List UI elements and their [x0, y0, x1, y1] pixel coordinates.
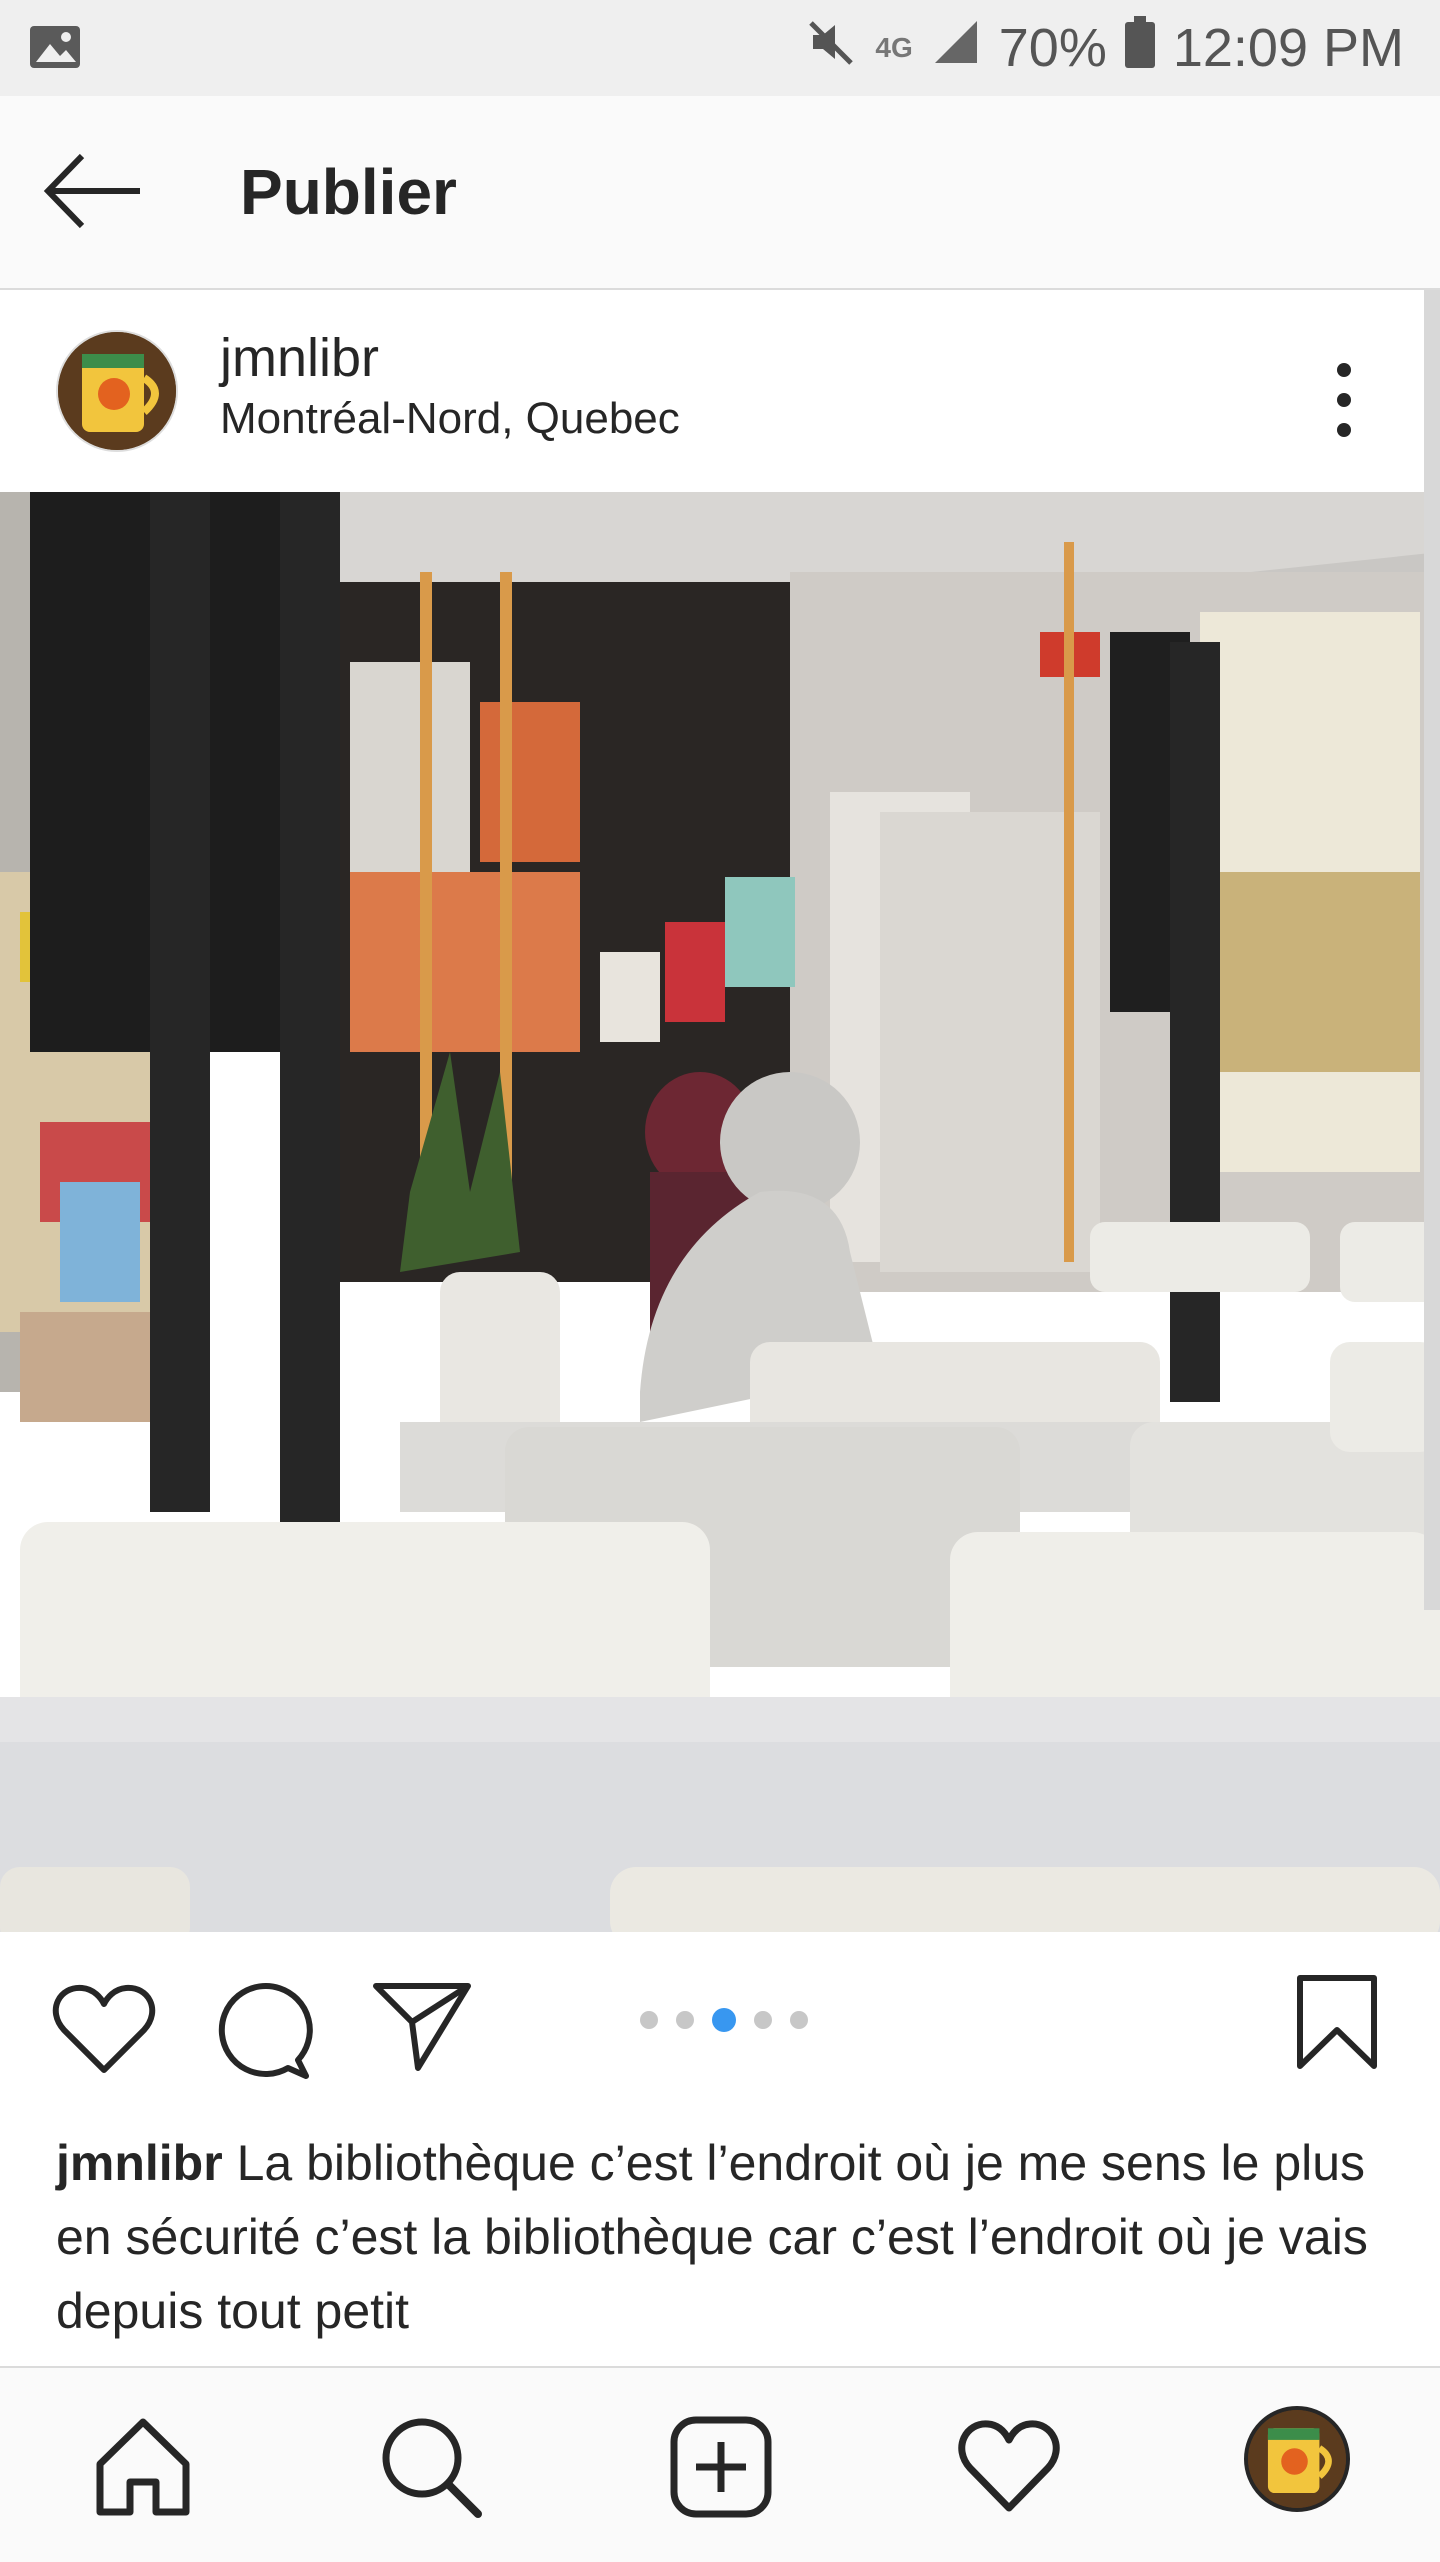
post-caption: jmnlibr La bibliothèque c’est l’endroit … [56, 2126, 1396, 2348]
save-button[interactable] [1294, 1972, 1380, 2072]
page-title: Publier [240, 156, 457, 228]
heart-icon [52, 1984, 156, 2073]
nav-activity[interactable] [954, 2412, 1064, 2522]
nav-profile[interactable] [1244, 2406, 1350, 2512]
comment-button[interactable] [214, 1980, 314, 2080]
carousel-dot [640, 2011, 658, 2029]
scrollbar[interactable] [1424, 290, 1440, 1610]
caption-text: La bibliothèque c’est l’endroit où je me… [56, 2135, 1368, 2339]
clock: 12:09 PM [1172, 18, 1404, 78]
carousel-dot [754, 2011, 772, 2029]
add-post-icon [670, 2416, 772, 2518]
post-photo[interactable] [0, 492, 1440, 1932]
carousel-indicator [640, 2008, 808, 2032]
like-button[interactable] [52, 1982, 156, 2078]
nav-search[interactable] [376, 2412, 486, 2522]
nav-home[interactable] [88, 2412, 198, 2522]
search-icon [382, 2418, 482, 2518]
carousel-dot-active [712, 2008, 736, 2032]
status-bar: 4G 70% 12:09 PM [0, 0, 1440, 96]
carousel-dot [790, 2011, 808, 2029]
carousel-dot [676, 2011, 694, 2029]
bottom-nav [0, 2366, 1440, 2562]
post-header: jmnlibr Montréal-Nord, Quebec [0, 290, 1440, 492]
back-button[interactable] [40, 148, 150, 234]
heart-icon [958, 2420, 1060, 2512]
home-icon [96, 2418, 190, 2516]
send-icon [373, 1983, 471, 2071]
network-label: 4G [875, 32, 913, 63]
more-options-button[interactable] [1320, 350, 1368, 450]
battery-percent: 70% [998, 18, 1107, 78]
share-button[interactable] [372, 1980, 472, 2074]
post-location[interactable]: Montréal-Nord, Quebec [220, 392, 680, 446]
comment-icon [218, 1983, 313, 2079]
more-vertical-icon [1337, 363, 1351, 437]
signal-icon [931, 17, 981, 80]
app-header: Publier [0, 96, 1440, 290]
mute-icon [807, 17, 857, 80]
caption-username[interactable]: jmnlibr [56, 2135, 223, 2191]
post-username[interactable]: jmnlibr [220, 326, 379, 390]
battery-icon [1124, 15, 1155, 81]
nav-add-post[interactable] [666, 2412, 776, 2522]
image-icon [28, 24, 82, 70]
profile-avatar [1248, 2410, 1346, 2508]
avatar[interactable] [56, 330, 178, 452]
bookmark-icon [1297, 1975, 1377, 2069]
arrow-left-icon [43, 153, 140, 229]
